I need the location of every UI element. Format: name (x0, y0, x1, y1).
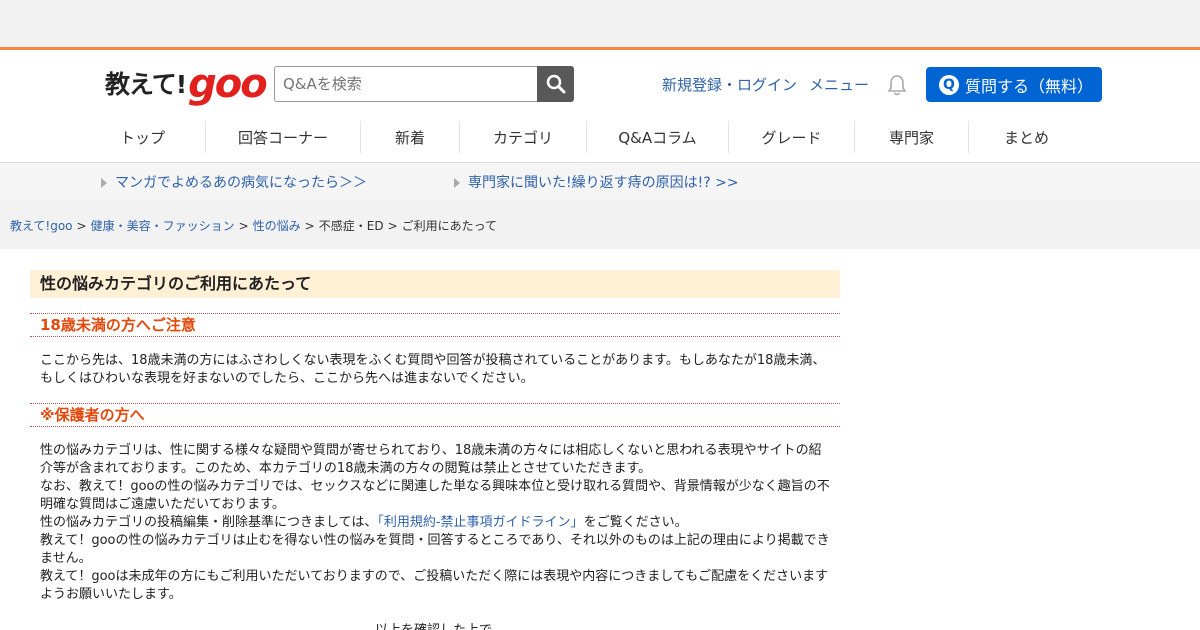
guideline-prefix: 性の悩みカテゴリの投稿編集・削除基準につきましては、 (40, 515, 378, 530)
breadcrumb-link-health[interactable]: 健康・美容・ファッション (91, 219, 235, 249)
triangle-right-icon (454, 178, 460, 188)
guardians-notice: 性の悩みカテゴリは、性に関する様々な疑問や質問が寄せられており、18歳未満の方々… (30, 442, 840, 604)
promo-link-expert[interactable]: 専門家に聞いた!繰り返す痔の原因は!? >> (468, 174, 739, 192)
breadcrumb-link-home[interactable]: 教えて!goo (10, 219, 73, 249)
breadcrumb-separator: > (304, 219, 315, 233)
search-input[interactable] (274, 66, 538, 102)
notice-line: ようお願いいたします。 (40, 587, 182, 602)
confirm-text: 以上を確認した上で (375, 622, 492, 630)
logo-text: 教えて! (105, 70, 187, 99)
guideline-line: 性の悩みカテゴリの投稿編集・削除基準につきましては、「利用規約-禁止事項ガイドラ… (40, 514, 830, 532)
logo-brand: goo (188, 61, 268, 107)
notice-line: 明確な質問はご遠慮いただいております。 (40, 497, 285, 512)
main-nav: トップ 回答コーナー 新着 カテゴリ Q&Aコラム グレード 専門家 まとめ (80, 121, 1120, 153)
page-title: 性の悩みカテゴリのご利用にあたって (30, 270, 840, 298)
notice-line: 性の悩みカテゴリは、性に関する様々な疑問や質問が寄せられており、18歳未満の方々… (40, 443, 822, 458)
register-login-link[interactable]: 新規登録・ログイン (662, 75, 797, 95)
nav-item-answer-corner[interactable]: 回答コーナー (206, 121, 361, 153)
menu-link[interactable]: メニュー (809, 75, 869, 95)
breadcrumb-separator: > (238, 219, 249, 233)
ask-question-button[interactable]: Q 質問する（無料） (926, 67, 1102, 102)
nav-item-experts[interactable]: 専門家 (855, 121, 969, 153)
notification-bell-icon[interactable] (886, 73, 908, 97)
guideline-suffix: をご覧ください。 (583, 515, 688, 530)
section-heading-guardians: ※保護者の方へ (30, 403, 840, 427)
notice-line: 教えて！gooは未成年の方にもご利用いただいておりますので、ご投稿いただく際には… (40, 569, 829, 584)
header-accent-line (0, 47, 1200, 50)
breadcrumb: 教えて!goo > 健康・美容・ファッション > 性の悩み > 不感症・ED >… (0, 201, 1200, 249)
notice-line: 介等が含まれております。このため、本カテゴリの18歳未満の方々の閲覧は禁止とさせ… (40, 461, 652, 476)
nav-item-grade[interactable]: グレード (729, 121, 855, 153)
search-button[interactable] (537, 66, 574, 102)
triangle-right-icon (101, 178, 107, 188)
ask-question-label: 質問する（無料） (965, 76, 1094, 96)
breadcrumb-separator: > (76, 219, 87, 233)
breadcrumb-item-ed: 不感症・ED (318, 219, 384, 233)
nav-item-category[interactable]: カテゴリ (460, 121, 587, 153)
breadcrumb-separator: > (387, 219, 398, 233)
search-icon (546, 74, 565, 94)
notice-line: もしくはひわいな表現を好まないのでしたら、ここから先へは進まないでください。 (40, 371, 534, 386)
under18-notice: ここから先は、18歳未満の方にはふさわしくない表現をふくむ質問や回答が投稿されて… (30, 352, 840, 388)
nav-item-matome[interactable]: まとめ (969, 121, 1084, 153)
notice-line: ません。 (40, 551, 92, 566)
ad-banner-area (0, 0, 1200, 47)
notice-line: なお、教えて！gooの性の悩みカテゴリでは、セックスなどに関連した単なる興味本位… (40, 479, 830, 494)
question-icon: Q (939, 74, 959, 95)
guideline-link[interactable]: 「利用規約-禁止事項ガイドライン」 (377, 515, 583, 530)
nav-item-new[interactable]: 新着 (361, 121, 460, 153)
notice-line: ここから先は、18歳未満の方にはふさわしくない表現をふくむ質問や回答が投稿されて… (40, 353, 826, 368)
main-content: 性の悩みカテゴリのご利用にあたって 18歳未満の方へご注意 ここから先は、18歳… (30, 270, 840, 604)
promo-link-manga[interactable]: マンガでよめるあの病気になったら＞＞ (115, 174, 367, 192)
promo-bar: マンガでよめるあの病気になったら＞＞ 専門家に聞いた!繰り返す痔の原因は!? >… (0, 162, 1200, 201)
nav-item-qa-column[interactable]: Q&Aコラム (587, 121, 729, 153)
section-heading-under18: 18歳未満の方へご注意 (30, 313, 840, 337)
notice-line: 教えて！gooの性の悩みカテゴリは止むを得ない性の悩みを質問・回答するところであ… (40, 533, 830, 548)
site-logo[interactable]: 教えて! goo (105, 61, 268, 107)
breadcrumb-current: ご利用にあたって (401, 219, 498, 233)
nav-item-top[interactable]: トップ (80, 121, 206, 153)
breadcrumb-link-sex[interactable]: 性の悩み (253, 219, 301, 249)
